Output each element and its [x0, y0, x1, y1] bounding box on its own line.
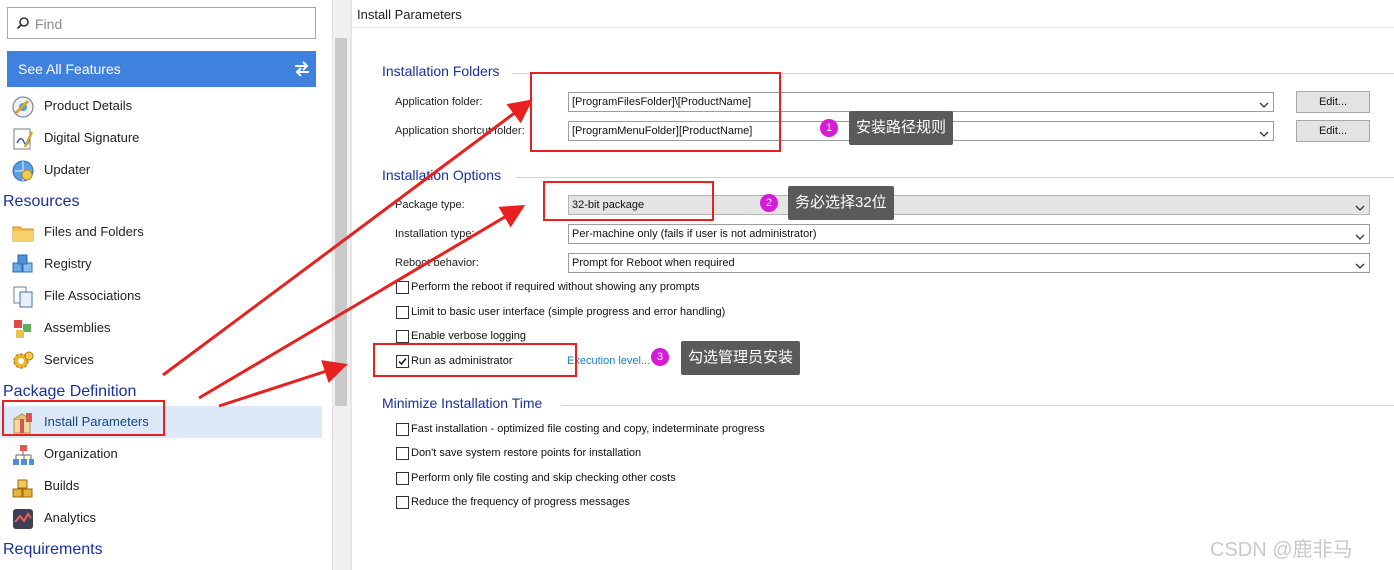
watermark: CSDN @鹿非马 — [1210, 539, 1353, 561]
annotation-arrows — [162, 99, 533, 408]
arrow-to-package-type — [198, 204, 526, 400]
arrow-to-run-as-admin — [218, 360, 348, 408]
arrow-to-install-folders — [162, 99, 533, 377]
